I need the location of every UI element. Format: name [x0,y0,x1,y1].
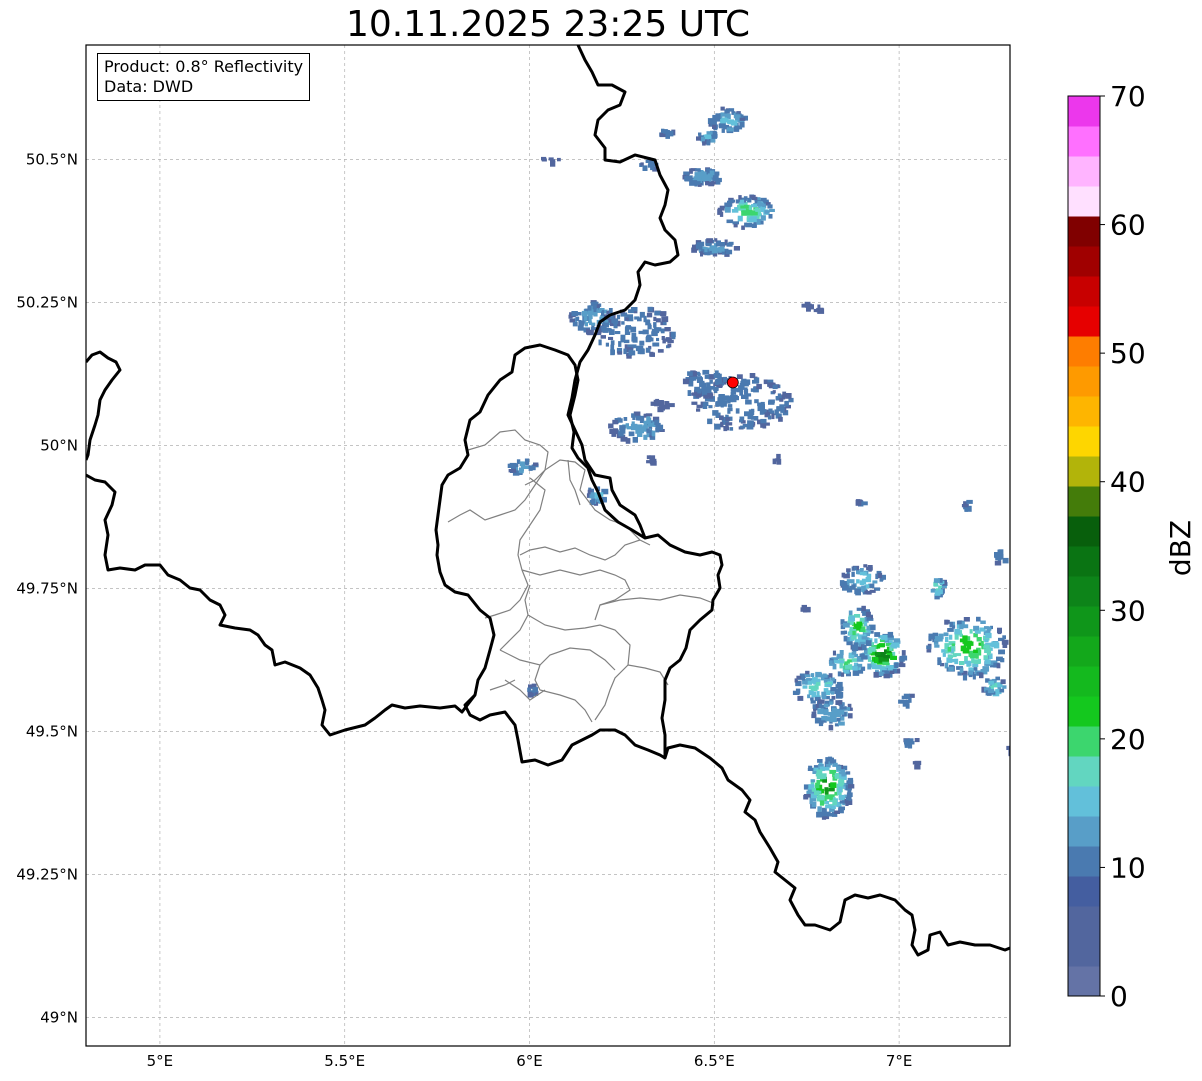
info-box: Product: 0.8° Reflectivity Data: DWD [97,53,311,101]
colorbar-band [1068,366,1100,397]
colorbar-band [1068,216,1100,247]
lat-tick-label: 49.25°N [16,865,78,883]
colorbar-band [1068,726,1100,757]
colorbar-band [1068,516,1100,547]
colorbar-band [1068,126,1100,157]
colorbar-band [1068,756,1100,787]
colorbar-tick-label: 60 [1110,209,1146,242]
colorbar-band [1068,936,1100,967]
lon-tick-label: 5°E [147,1052,174,1070]
colorbar-band [1068,846,1100,877]
colorbar-band [1068,696,1100,727]
colorbar-band [1068,786,1100,817]
latitude-ticks: 50.5°N 50.25°N 50°N 49.75°N 49.5°N 49.25°N 49°… [16,150,78,1026]
colorbar-band [1068,906,1100,937]
colorbar-band [1068,546,1100,577]
colorbar-tick-label: 10 [1110,851,1146,884]
product-label: Product: 0.8° Reflectivity [104,57,304,76]
colorbar: 0 10 20 30 40 50 60 70 [1067,80,1146,1013]
colorbar-band [1068,426,1100,457]
colorbar-tick-label: 0 [1110,980,1128,1013]
lat-tick-label: 50.25°N [16,293,78,311]
colorbar-tick-label: 70 [1110,80,1146,113]
lat-tick-label: 49.75°N [16,579,78,597]
colorbar-band [1068,96,1100,127]
colorbar-tick-label: 50 [1110,337,1146,370]
colorbar-band [1068,966,1100,997]
colorbar-band [1068,456,1100,487]
colorbar-band [1068,396,1100,427]
lat-tick-label: 49°N [40,1008,78,1026]
colorbar-band [1068,246,1100,277]
colorbar-tick-label: 30 [1110,594,1146,627]
colorbar-band [1068,816,1100,847]
longitude-ticks: 5°E 5.5°E 6°E 6.5°E 7°E [147,1052,913,1070]
lat-tick-label: 50°N [40,436,78,454]
lat-tick-label: 50.5°N [26,150,78,168]
colorbar-band [1068,336,1100,367]
colorbar-band [1068,876,1100,907]
lon-tick-label: 6°E [516,1052,543,1070]
colorbar-band [1068,576,1100,607]
colorbar-band [1068,606,1100,637]
colorbar-band [1068,276,1100,307]
colorbar-tick-label: 40 [1110,466,1146,499]
lon-tick-label: 7°E [886,1052,913,1070]
lon-tick-label: 5.5°E [324,1052,365,1070]
lat-tick-label: 49.5°N [26,722,78,740]
colorbar-band [1068,486,1100,517]
colorbar-band [1068,636,1100,667]
colorbar-band [1068,156,1100,187]
lon-tick-label: 6.5°E [694,1052,735,1070]
data-source-label: Data: DWD [104,77,194,96]
radar-map: 5°E 5.5°E 6°E 6.5°E 7°E 50.5°N 50.25°N 50°N 49.… [16,44,1197,1070]
colorbar-label: dBZ [1164,520,1197,576]
colorbar-tick-label: 20 [1110,723,1146,756]
colorbar-band [1068,666,1100,697]
colorbar-band [1068,186,1100,217]
colorbar-band [1068,306,1100,337]
radar-site-marker [726,376,739,389]
